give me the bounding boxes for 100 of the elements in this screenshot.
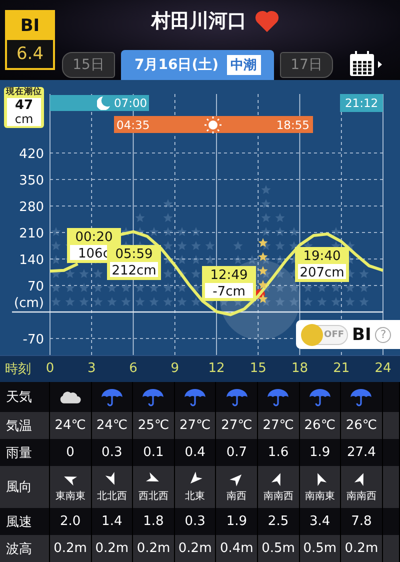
umbrella-icon bbox=[266, 387, 290, 407]
star-column-drawing bbox=[258, 238, 268, 303]
row-label: 雨量 bbox=[6, 444, 32, 462]
current-tide-unit: cm bbox=[7, 113, 41, 126]
y-axis-unit: (cm) bbox=[14, 296, 44, 312]
current-tide-label: 現在潮位 bbox=[6, 87, 42, 98]
table-cell: 25℃ bbox=[138, 418, 170, 433]
location-title: 村田川河口 bbox=[152, 9, 246, 34]
table-cell: 0.4 bbox=[184, 445, 206, 460]
table-cell: 26℃ bbox=[304, 418, 336, 433]
table-cell: 27℃ bbox=[221, 418, 252, 433]
hour-label: 18 bbox=[291, 361, 308, 377]
moonrise-time: 21:12 bbox=[340, 94, 383, 112]
hour-label: 9 bbox=[170, 361, 180, 377]
table-cell: 0.2m bbox=[344, 541, 378, 556]
table-cell: 0.1 bbox=[143, 445, 164, 460]
umbrella-icon bbox=[141, 387, 166, 407]
table-cell: 0.4m bbox=[220, 541, 254, 556]
row-label: 波高 bbox=[6, 540, 32, 558]
hour-label: 3 bbox=[87, 361, 96, 377]
table-cell: 0 bbox=[66, 445, 74, 460]
moon-icon bbox=[96, 96, 111, 110]
sunrise-time: 04:35 bbox=[116, 118, 150, 132]
table-cell: 27℃ bbox=[180, 418, 211, 433]
table-cell: 1.9 bbox=[310, 445, 330, 460]
y-axis-label: 280 bbox=[19, 200, 44, 215]
table-cell: 2.0 bbox=[60, 514, 81, 529]
tide-height: 106c bbox=[78, 246, 110, 262]
wind-direction: 東南東 bbox=[55, 490, 86, 503]
table-cell: 0.2m bbox=[54, 541, 87, 556]
bi-label: BI bbox=[7, 12, 53, 40]
hour-label: 15 bbox=[250, 361, 266, 377]
row-label: 風速 bbox=[6, 514, 32, 530]
table-cell: 0.2m bbox=[136, 541, 170, 556]
y-axis-label: 70 bbox=[27, 280, 44, 294]
tide-height: -7cm bbox=[212, 284, 246, 300]
wind-direction: 北東 bbox=[185, 490, 206, 503]
bi-label: BI bbox=[352, 324, 372, 344]
tide-time: 00:20 bbox=[75, 230, 113, 245]
table-cell: 7.8 bbox=[351, 514, 372, 529]
table-cell: 24℃ bbox=[54, 418, 86, 433]
hour-label: 6 bbox=[129, 361, 138, 377]
wind-direction: 西北西 bbox=[138, 490, 168, 503]
table-cell: 0.2m bbox=[178, 541, 212, 556]
table-cell: 1.6 bbox=[268, 445, 289, 460]
tide-time: 12:49 bbox=[210, 268, 248, 283]
table-cell: 0.5m bbox=[303, 541, 337, 556]
y-axis-label: -70 bbox=[22, 332, 44, 348]
tide-height: 212cm bbox=[112, 264, 156, 278]
previous-day-tab[interactable]: 15日 bbox=[62, 52, 115, 78]
time-label: 時刻 bbox=[4, 361, 31, 378]
tide-time: 05:59 bbox=[115, 247, 153, 262]
table-cell: 3.4 bbox=[310, 514, 330, 529]
wind-direction: 北北西 bbox=[96, 490, 127, 503]
calendar-icon[interactable] bbox=[349, 50, 383, 78]
umbrella-icon bbox=[349, 387, 374, 407]
y-axis-label: 210 bbox=[19, 226, 44, 242]
table-cell: 1.9 bbox=[226, 514, 248, 529]
umbrella-icon bbox=[308, 387, 332, 407]
row-label: 気温 bbox=[6, 418, 32, 434]
umbrella-icon bbox=[183, 387, 208, 407]
row-label: 風向 bbox=[6, 479, 32, 496]
table-cell: 0.3 bbox=[102, 445, 122, 460]
table-cell: 0.7 bbox=[226, 445, 248, 460]
row-label: 天気 bbox=[6, 389, 32, 406]
table-cell: 26℃ bbox=[346, 418, 378, 433]
sunset-time: 18:55 bbox=[276, 118, 310, 132]
heart-icon[interactable] bbox=[254, 10, 278, 32]
sun-icon bbox=[204, 116, 222, 134]
table-cell: 27.4 bbox=[346, 445, 376, 460]
next-day-tab[interactable]: 17日 bbox=[280, 52, 333, 78]
tide-time: 19:40 bbox=[303, 249, 341, 264]
wind-direction: 南西 bbox=[226, 490, 247, 503]
table-cell: 24℃ bbox=[96, 418, 128, 433]
y-axis-label: 140 bbox=[19, 253, 44, 268]
help-button[interactable]: ? bbox=[375, 326, 392, 342]
table-cell: 0.2m bbox=[95, 541, 129, 556]
y-axis-label: 420 bbox=[19, 146, 44, 162]
wind-direction: 南南東 bbox=[304, 490, 335, 503]
table-cell: 0.5m bbox=[262, 541, 295, 556]
table-cell: 1.4 bbox=[102, 514, 122, 529]
hour-label: 24 bbox=[374, 361, 392, 377]
table-cell: 1.8 bbox=[143, 514, 164, 529]
tide-type-badge: 中潮 bbox=[226, 55, 261, 75]
hour-label: 0 bbox=[46, 361, 54, 377]
wind-direction: 南南西 bbox=[263, 490, 294, 503]
table-cell: 0.3 bbox=[184, 514, 206, 529]
umbrella-icon bbox=[224, 387, 249, 407]
bi-toggle[interactable]: OFF bbox=[302, 324, 348, 344]
y-axis-label: 350 bbox=[19, 173, 44, 188]
wind-direction: 南南西 bbox=[346, 490, 376, 503]
hour-label: 21 bbox=[333, 361, 350, 377]
current-tide-value: 47 bbox=[7, 98, 41, 113]
table-cell: 2.5 bbox=[268, 514, 289, 529]
tide-height: 207cm bbox=[300, 266, 344, 280]
bi-value: 6.4 bbox=[7, 40, 53, 68]
date-text: 7月16日(土) bbox=[134, 56, 219, 74]
hour-label: 12 bbox=[208, 361, 225, 377]
moonset-time: 07:00 bbox=[114, 96, 148, 110]
table-cell: 27℃ bbox=[262, 418, 294, 433]
